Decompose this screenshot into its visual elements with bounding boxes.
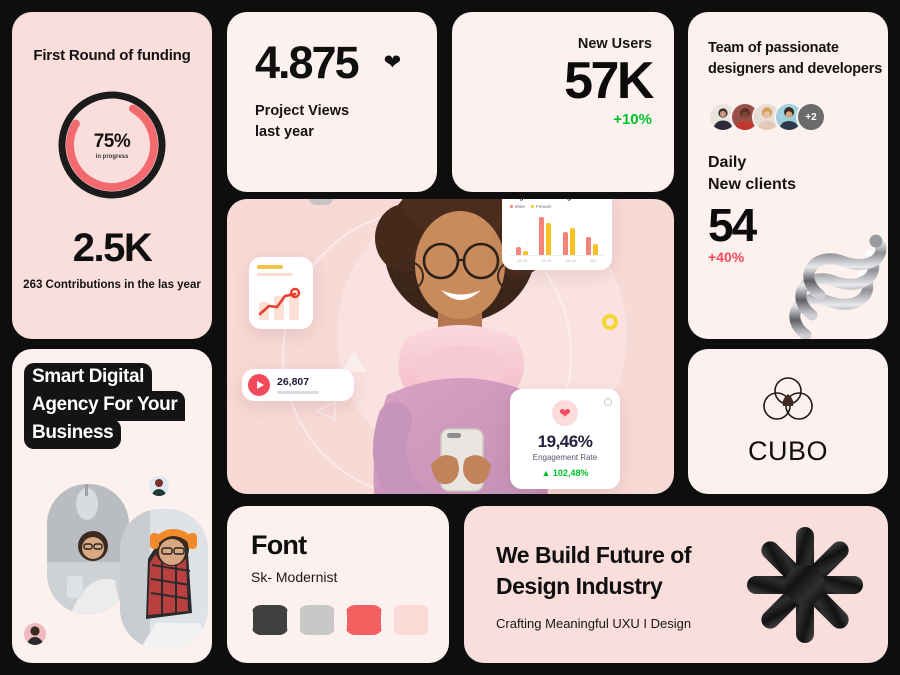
new-users-number: 57K: [564, 52, 654, 110]
legend-item-female: Female: [531, 204, 552, 209]
avatar[interactable]: [147, 474, 171, 498]
new-users-delta: +10%: [613, 110, 652, 128]
segmentation-x-label: 45+: [590, 258, 597, 263]
segmentation-bar-group: [562, 227, 575, 255]
funding-big-number: 2.5K: [72, 226, 153, 271]
trend-line-svg: [258, 287, 301, 320]
agency-photo-left: [47, 484, 129, 614]
legend-label-female: Female: [536, 204, 552, 209]
color-swatch[interactable]: [251, 605, 289, 635]
funding-note: 263 Contributions in the las year: [23, 279, 201, 292]
segmentation-bar-group: [539, 217, 552, 255]
engagement-value: 19,46%: [537, 432, 593, 451]
triangle-left-icon: [315, 401, 337, 421]
project-views-label-line1: Project Views: [255, 103, 350, 119]
build-future-card: We Build Future of Design Industry Craft…: [464, 506, 888, 663]
team-number: 54: [708, 198, 757, 251]
segmentation-bar: [539, 217, 545, 255]
project-views-label-line2: last year: [255, 124, 314, 141]
project-views-number: 4.875: [255, 37, 360, 88]
avatar-more-count[interactable]: +2: [796, 102, 826, 133]
segmentation-x-labels: 18-24 25-34 35-44 45+: [510, 258, 604, 263]
project-views-label: Project Views last year: [255, 101, 437, 143]
segmentation-bar: [522, 250, 528, 255]
venn-circles-icon: [763, 377, 813, 420]
segmentation-bar: [569, 227, 575, 255]
donut-percent-label: 75%: [93, 130, 131, 152]
segmentation-age-widget[interactable]: Segmentation Age ⋮ Male Female 18-2425-3…: [502, 199, 612, 270]
play-icon[interactable]: [248, 374, 270, 396]
yellow-dot-icon: [602, 314, 618, 330]
progress-track: [277, 391, 319, 394]
widget-title-bar: [257, 265, 283, 269]
team-daily-label: Daily New clients: [708, 152, 888, 197]
new-users-label: New Users: [577, 36, 652, 52]
avatar[interactable]: [22, 621, 48, 647]
font-card-subtitle: Sk- Modernist: [251, 569, 338, 585]
segmentation-bar: [586, 237, 592, 255]
views-count-body: 26,807: [277, 376, 319, 394]
segmentation-x-label: 35-44: [565, 258, 577, 263]
hero-image-card: v 26,807 Segmentation Age: [227, 199, 674, 494]
views-count-number: 26,807: [277, 376, 310, 388]
segmentation-x-label: 18-24: [517, 258, 528, 263]
project-views-row: 4.875 ❤: [255, 40, 437, 85]
engagement-rate-widget[interactable]: ❤ 19,46% Engagement Rate ▲ 102,48%: [510, 389, 620, 489]
segmentation-x-label: 25-34: [541, 258, 552, 263]
agency-photo-right: [120, 509, 208, 649]
widget-subtitle-bar: [257, 272, 293, 276]
team-title: Team of passionate designers and develop…: [708, 40, 883, 78]
legend-item-male: Male: [510, 204, 525, 209]
agency-card: Smart Digital Agency For Your Business: [12, 349, 212, 663]
team-card: Team of passionate designers and develop…: [688, 12, 888, 339]
font-card-title: Font: [251, 530, 307, 560]
funding-progress-donut: 75% in progress: [53, 86, 171, 204]
legend-label-male: Male: [515, 204, 526, 209]
dashboard-board: First Round of funding 75% in progress 2…: [0, 0, 900, 675]
cubo-brand-name: CUBO: [747, 436, 828, 466]
asterisk-3d-icon: [747, 527, 863, 643]
segmentation-bar: [546, 223, 552, 255]
color-swatch-row: [251, 605, 449, 635]
font-card: Font Sk- Modernist: [227, 506, 449, 663]
color-swatch[interactable]: [298, 605, 336, 635]
clock-icon: [604, 398, 612, 406]
engagement-label: Engagement Rate: [532, 453, 598, 462]
agency-line-2: Agency For Your: [24, 391, 186, 421]
donut-status-label: in progress: [95, 153, 129, 160]
views-count-widget[interactable]: 26,807: [242, 369, 354, 401]
team-delta: +40%: [708, 249, 745, 266]
funding-title: First Round of funding: [33, 47, 191, 64]
team-daily-line1: Daily: [708, 154, 747, 172]
cubo-brand-card: CUBO: [688, 349, 888, 494]
segmentation-bar: [515, 247, 521, 255]
segmentation-bar: [593, 243, 599, 255]
color-swatch[interactable]: [345, 605, 383, 635]
segmentation-bar: [562, 232, 568, 255]
segmentation-bar-group: [515, 247, 528, 255]
project-views-card: 4.875 ❤ Project Views last year: [227, 12, 437, 192]
funding-card: First Round of funding 75% in progress 2…: [12, 12, 212, 339]
new-users-card: New Users 57K +10%: [452, 12, 674, 192]
segmentation-bar-group: [586, 237, 599, 255]
team-daily-line2: New clients: [708, 176, 797, 194]
color-swatch[interactable]: [392, 605, 430, 635]
trend-chart-widget[interactable]: [249, 257, 313, 329]
agency-line-1: Smart Digital: [24, 363, 152, 393]
heart-icon: ❤: [552, 400, 578, 426]
chevron-down-badge-icon[interactable]: v: [309, 199, 333, 205]
team-avatar-group[interactable]: +2: [708, 102, 888, 133]
segmentation-bars: [510, 212, 604, 256]
segmentation-title: Segmentation Age: [510, 199, 604, 201]
segmentation-legend: Male Female: [510, 204, 604, 209]
heart-icon: ❤: [383, 51, 402, 74]
agency-headline: Smart Digital Agency For Your Business: [12, 349, 212, 449]
agency-line-3: Business: [24, 419, 122, 449]
engagement-delta: ▲ 102,48%: [541, 468, 589, 478]
